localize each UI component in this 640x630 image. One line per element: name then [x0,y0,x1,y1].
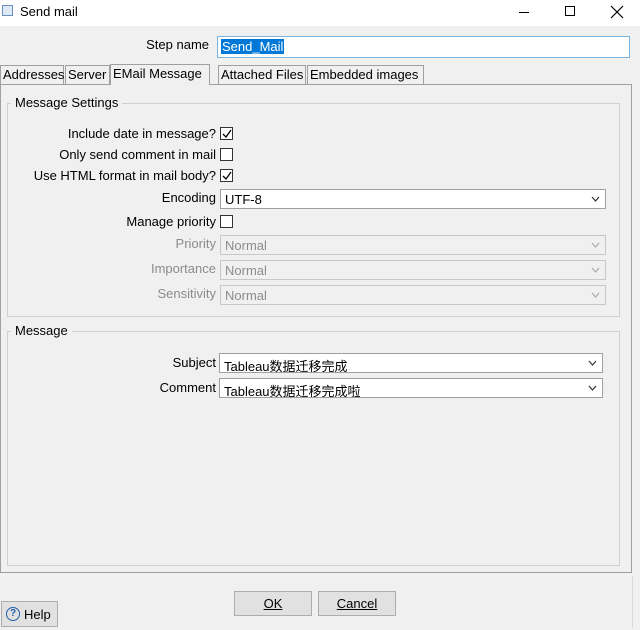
subject-select[interactable]: Tableau数据迁移完成 [219,353,603,373]
checkmark-icon [222,129,232,139]
include-date-checkbox[interactable] [220,127,233,140]
sensitivity-value: Normal [225,288,267,303]
importance-label: Importance [150,261,216,276]
subject-value: Tableau数据迁移完成 [224,359,348,373]
chevron-down-icon [591,196,600,202]
priority-value: Normal [225,238,267,253]
cancel-button-label: Cancel [336,596,378,611]
chevron-down-icon [591,267,600,273]
priority-label: Priority [175,236,216,251]
comment-select[interactable]: Tableau数据迁移完成啦 [219,378,603,398]
comment-label: Comment [159,380,216,395]
ok-button[interactable]: OK [234,591,312,616]
use-html-checkbox[interactable] [220,169,233,182]
include-date-label: Include date in message? [67,126,216,141]
tab-attached-files[interactable]: Attached Files [218,65,306,84]
chevron-down-icon [588,360,597,366]
importance-value: Normal [225,263,267,278]
manage-priority-checkbox[interactable] [220,215,233,228]
step-name-value: Send_Mail [221,39,285,54]
only-comment-label: Only send comment in mail [59,147,216,162]
help-button[interactable]: ? Help [1,601,58,627]
title-bar: Send mail [0,0,640,26]
minimize-button[interactable] [502,0,548,26]
document-icon [2,5,13,16]
help-icon: ? [6,607,20,621]
help-button-label: Help [24,607,51,622]
step-name-label: Step name [146,37,209,52]
window-title: Send mail [20,4,78,19]
sensitivity-label: Sensitivity [157,286,216,301]
encoding-select[interactable]: UTF-8 [220,189,606,209]
importance-select[interactable]: Normal [220,260,606,280]
subject-label: Subject [172,355,216,370]
chevron-down-icon [591,242,600,248]
manage-priority-label: Manage priority [126,214,216,229]
only-comment-checkbox[interactable] [220,148,233,161]
chevron-down-icon [591,292,600,298]
chevron-down-icon [588,385,597,391]
comment-value: Tableau数据迁移完成啦 [224,384,361,398]
message-settings-title: Message Settings [11,95,123,110]
use-html-label: Use HTML format in mail body? [33,168,216,183]
tab-addresses[interactable]: Addresses [0,65,64,84]
tab-embedded-images[interactable]: Embedded images [307,65,424,84]
minimize-icon [519,12,529,13]
encoding-value: UTF-8 [225,192,262,207]
priority-select[interactable]: Normal [220,235,606,255]
close-button[interactable] [594,0,640,26]
close-icon [610,5,624,19]
encoding-label: Encoding [161,190,216,205]
tab-server[interactable]: Server [65,65,110,84]
tab-email-message[interactable]: EMail Message [110,64,210,85]
message-group-title: Message [11,323,72,338]
checkmark-icon [222,171,232,181]
sensitivity-select[interactable]: Normal [220,285,606,305]
step-name-input[interactable]: Send_Mail [217,36,630,58]
maximize-icon [565,6,575,16]
ok-button-label: OK [263,596,283,611]
maximize-button[interactable] [548,0,594,26]
resize-grip[interactable] [632,576,640,628]
cancel-button[interactable]: Cancel [318,591,396,616]
tab-bar: Addresses Server EMail Message Attached … [0,64,640,85]
